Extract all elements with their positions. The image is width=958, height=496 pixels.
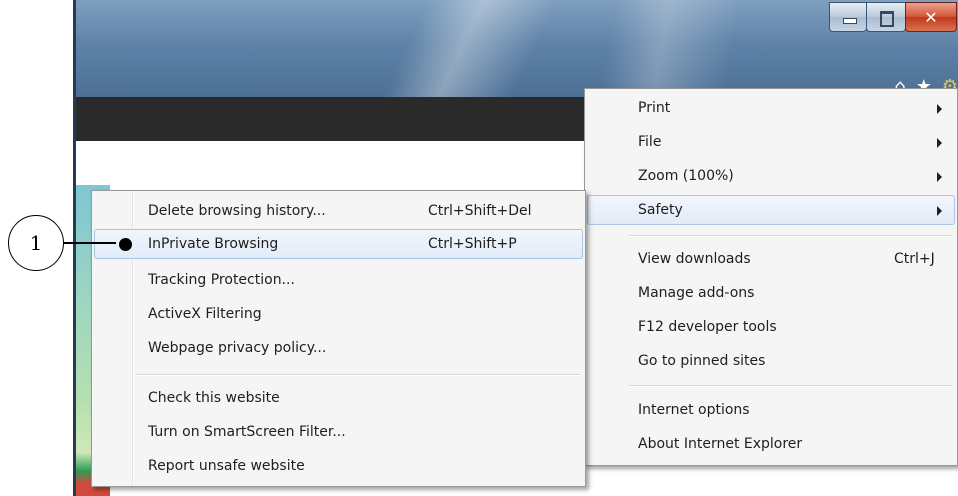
menu-item-report-unsafe-website[interactable]: Report unsafe website: [94, 451, 583, 481]
safety-submenu: Delete browsing history... Ctrl+Shift+De…: [91, 190, 586, 487]
tools-menu: Print File Zoom (100%) Safety View downl…: [584, 88, 958, 466]
submenu-arrow-icon: [937, 138, 942, 148]
callout-bullet-icon: [119, 238, 132, 251]
restore-button[interactable]: [866, 2, 906, 32]
menu-item-webpage-privacy-policy[interactable]: Webpage privacy policy...: [94, 333, 583, 363]
submenu-arrow-icon: [937, 206, 942, 216]
menu-separator: [629, 235, 953, 237]
shortcut-label: Ctrl+J: [894, 251, 935, 267]
submenu-arrow-icon: [937, 172, 942, 182]
menu-item-tracking-protection[interactable]: Tracking Protection...: [94, 265, 583, 295]
title-bar: ✕ ⌂ ★ ⚙: [76, 0, 958, 97]
menu-item-file[interactable]: File: [587, 127, 955, 157]
menu-item-delete-browsing-history[interactable]: Delete browsing history... Ctrl+Shift+De…: [94, 196, 583, 226]
close-icon: ✕: [924, 7, 938, 27]
menu-item-manage-add-ons[interactable]: Manage add-ons: [587, 278, 955, 308]
menu-item-f12-developer-tools[interactable]: F12 developer tools: [587, 312, 955, 342]
menu-item-view-downloads[interactable]: View downloads Ctrl+J: [587, 244, 955, 274]
menu-item-safety[interactable]: Safety: [587, 195, 955, 225]
caption-buttons: ✕: [829, 2, 957, 32]
menu-item-print[interactable]: Print: [587, 93, 955, 123]
menu-item-zoom[interactable]: Zoom (100%): [587, 161, 955, 191]
menu-separator: [136, 374, 581, 376]
menu-item-check-this-website[interactable]: Check this website: [94, 383, 583, 413]
callout-number: 1: [8, 215, 64, 271]
submenu-arrow-icon: [937, 104, 942, 114]
shortcut-label: Ctrl+Shift+Del: [428, 203, 532, 219]
shortcut-label: Ctrl+Shift+P: [428, 236, 517, 252]
minimize-button[interactable]: [829, 2, 867, 32]
menu-item-turn-on-smartscreen-filter[interactable]: Turn on SmartScreen Filter...: [94, 417, 583, 447]
menu-item-go-to-pinned-sites[interactable]: Go to pinned sites: [587, 346, 955, 376]
menu-item-inprivate-browsing[interactable]: InPrivate Browsing Ctrl+Shift+P: [94, 229, 583, 259]
menu-item-about-internet-explorer[interactable]: About Internet Explorer: [587, 429, 955, 459]
menu-item-activex-filtering[interactable]: ActiveX Filtering: [94, 299, 583, 329]
close-button[interactable]: ✕: [905, 2, 957, 32]
callout-leader-line: [64, 242, 116, 244]
menu-item-internet-options[interactable]: Internet options: [587, 395, 955, 425]
menu-separator: [629, 385, 953, 387]
